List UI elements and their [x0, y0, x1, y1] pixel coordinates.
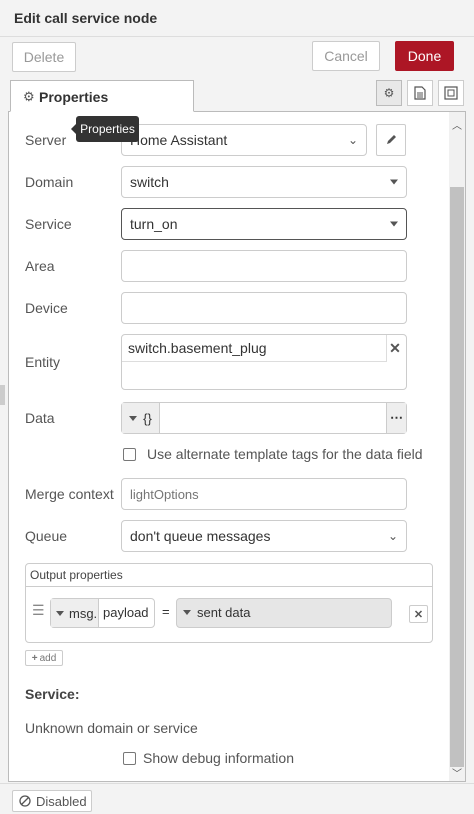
area-label: Area — [25, 258, 55, 274]
data-type-selector[interactable]: {} — [122, 403, 160, 433]
domain-label: Domain — [25, 174, 74, 190]
vertical-scrollbar[interactable]: ︿ ﹀ — [449, 112, 465, 781]
merge-context-input[interactable] — [121, 478, 407, 510]
plus-icon: + — [31, 652, 38, 664]
output-property-row: ☰ msg. payload = sent data ✕ — [26, 588, 432, 642]
caret-down-icon — [129, 415, 138, 421]
json-type-icon: {} — [143, 410, 152, 426]
dialog-title: Edit call service node — [14, 10, 158, 26]
alt-template-checkbox[interactable] — [123, 448, 136, 461]
equals-sign: = — [162, 604, 170, 619]
tab-bar: ⚙ Properties ⚙ — [8, 78, 466, 112]
scrollbar-thumb[interactable] — [450, 187, 464, 767]
disabled-toggle-button[interactable]: Disabled — [12, 790, 92, 812]
queue-label: Queue — [25, 528, 68, 544]
device-input[interactable] — [121, 292, 407, 324]
tab-description-icon[interactable] — [407, 80, 433, 106]
service-label: Service — [25, 216, 72, 232]
properties-panel: Server Home Assistant ⌄ Domain switch Se… — [8, 112, 466, 782]
tab-properties[interactable]: ⚙ Properties — [10, 80, 194, 112]
domain-value: switch — [130, 174, 169, 190]
service-heading: Service: — [25, 686, 80, 702]
tab-appearance-icon[interactable] — [438, 80, 464, 106]
property-type-selector[interactable]: msg. — [51, 599, 99, 627]
service-input[interactable]: turn_on — [121, 208, 407, 240]
property-value: sent data — [197, 605, 251, 620]
entity-tag: switch.basement_plug — [128, 340, 267, 356]
remove-property-button[interactable]: ✕ — [409, 605, 428, 623]
resize-handle[interactable] — [0, 385, 5, 405]
add-property-button[interactable]: + add — [25, 650, 63, 666]
expand-editor-button[interactable]: ⋯ — [386, 403, 406, 433]
dialog-footer: Disabled — [0, 783, 474, 814]
debug-label: Show debug information — [143, 750, 294, 766]
server-label: Server — [25, 132, 67, 148]
server-select[interactable]: Home Assistant ⌄ — [121, 124, 367, 156]
msg-prefix: msg. — [69, 605, 98, 621]
close-icon[interactable]: ✕ — [386, 339, 404, 357]
caret-down-icon — [183, 610, 191, 615]
service-message: Unknown domain or service — [25, 720, 198, 736]
edit-server-button[interactable] — [376, 124, 406, 156]
scroll-up-icon[interactable]: ︿ — [449, 116, 465, 132]
output-properties-title: Output properties — [30, 568, 123, 582]
queue-value: don't queue messages — [130, 528, 271, 544]
data-label: Data — [25, 410, 55, 426]
property-name-input[interactable]: msg. payload — [50, 598, 155, 628]
pencil-icon — [387, 135, 396, 144]
area-input[interactable] — [121, 250, 407, 282]
disabled-label: Disabled — [36, 793, 87, 809]
drag-handle-icon[interactable]: ☰ — [32, 602, 45, 619]
disabled-icon — [19, 795, 31, 807]
add-label: add — [39, 652, 57, 664]
cancel-button[interactable]: Cancel — [312, 41, 380, 71]
domain-input[interactable]: switch — [121, 166, 407, 198]
chevron-down-icon: ⌄ — [347, 133, 358, 147]
entity-label: Entity — [25, 354, 61, 370]
entity-input[interactable]: switch.basement_plug ✕ — [121, 334, 407, 390]
dialog-header: Edit call service node — [0, 0, 474, 37]
done-button[interactable]: Done — [395, 41, 454, 71]
debug-checkbox[interactable] — [123, 752, 136, 765]
property-name: payload — [103, 605, 149, 620]
caret-down-icon — [56, 610, 64, 616]
tab-properties-label: Properties — [39, 89, 109, 105]
device-label: Device — [25, 300, 68, 316]
queue-select[interactable]: don't queue messages ⌄ — [121, 520, 407, 552]
caret-down-icon — [390, 221, 398, 227]
output-properties-container: Output properties ☰ msg. payload = sent … — [25, 563, 433, 643]
alt-template-label: Use alternate template tags for the data… — [147, 446, 423, 462]
service-value: turn_on — [130, 216, 178, 232]
merge-context-label: Merge context — [25, 486, 114, 502]
scroll-down-icon[interactable]: ﹀ — [449, 764, 465, 780]
server-value: Home Assistant — [130, 132, 228, 148]
caret-down-icon — [390, 179, 398, 185]
delete-button[interactable]: Delete — [12, 42, 76, 72]
chevron-down-icon: ⌄ — [387, 529, 398, 543]
data-input[interactable]: {} ⋯ — [121, 402, 407, 434]
gear-icon: ⚙ — [23, 89, 35, 104]
property-value-selector[interactable]: sent data — [176, 598, 392, 628]
properties-tooltip: Properties — [71, 116, 139, 142]
tab-settings-icon[interactable]: ⚙ — [376, 80, 402, 106]
